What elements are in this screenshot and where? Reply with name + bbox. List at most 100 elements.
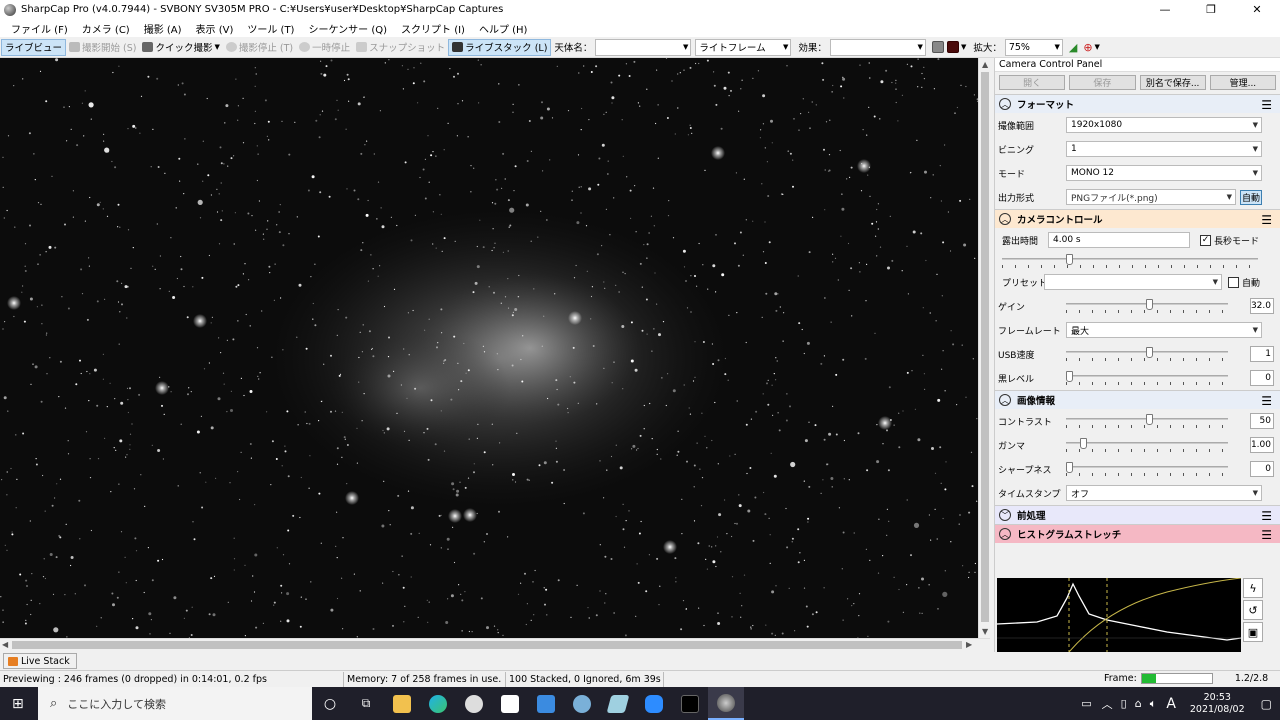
- menu-icon[interactable]: ☰: [1261, 528, 1272, 542]
- mode-select[interactable]: MONO 12 ▼: [1066, 165, 1262, 181]
- ime-indicator[interactable]: A: [1160, 696, 1182, 712]
- reset-icon[interactable]: ↺: [1243, 600, 1263, 620]
- usb-speed-input[interactable]: 1: [1250, 346, 1274, 362]
- save-icon[interactable]: ▣: [1243, 622, 1263, 642]
- maximize-button[interactable]: ❐: [1188, 0, 1234, 19]
- gain-slider[interactable]: [1066, 299, 1228, 313]
- menu-scripting[interactable]: スクリプト (I): [394, 21, 472, 36]
- histogram-section-header[interactable]: ︿ ヒストグラムストレッチ ☰: [995, 524, 1280, 543]
- taskbar-sharpcap[interactable]: [708, 687, 744, 720]
- exposure-slider-knob[interactable]: [1066, 254, 1073, 265]
- menu-capture[interactable]: 撮影 (A): [137, 21, 189, 36]
- frame-type-select[interactable]: ライトフレーム ▼: [695, 38, 792, 56]
- minimize-button[interactable]: —: [1142, 0, 1188, 19]
- menu-icon[interactable]: ☰: [1261, 509, 1272, 523]
- binning-select[interactable]: 1 ▼: [1066, 141, 1262, 157]
- taskbar-explorer[interactable]: [384, 687, 420, 720]
- output-auto-button[interactable]: 自動: [1240, 189, 1262, 205]
- collapse-icon[interactable]: ︿: [999, 98, 1011, 110]
- scroll-up-icon[interactable]: ▲: [982, 60, 988, 69]
- network-icon[interactable]: ⌂: [1131, 697, 1146, 710]
- collapse-icon[interactable]: ︿: [999, 213, 1011, 225]
- tray-chevron-icon[interactable]: ︿: [1098, 696, 1117, 712]
- preprocessing-section-header[interactable]: ﹀ 前処理 ☰: [995, 505, 1280, 524]
- quick-capture-button[interactable]: クイック撮影 ▼: [139, 39, 222, 56]
- taskbar-zoom[interactable]: [636, 687, 672, 720]
- gamma-input[interactable]: 1.00: [1250, 437, 1274, 453]
- contrast-input[interactable]: 50: [1250, 413, 1274, 429]
- histogram-chart-icon[interactable]: ◢: [1069, 41, 1077, 54]
- sharpness-slider[interactable]: [1066, 462, 1228, 476]
- exposure-input[interactable]: 4.00 s: [1048, 232, 1190, 248]
- gamma-slider[interactable]: [1066, 438, 1228, 452]
- zoom-magnifier-icon[interactable]: ⊕: [1083, 41, 1092, 54]
- image-section-header[interactable]: ︿ 画像情報 ☰: [995, 390, 1280, 409]
- menu-icon[interactable]: ☰: [1261, 394, 1272, 408]
- snapshot-button[interactable]: スナップショット: [353, 39, 448, 56]
- menu-icon[interactable]: ☰: [1261, 98, 1272, 112]
- contrast-slider[interactable]: [1066, 414, 1228, 428]
- menu-icon[interactable]: ☰: [1261, 213, 1272, 227]
- taskbar-search-box[interactable]: ⌕ ここに入力して検索: [38, 687, 312, 720]
- horizontal-scroll-thumb[interactable]: [12, 641, 962, 649]
- gain-input[interactable]: 32.0: [1250, 298, 1274, 314]
- taskbar-app-6[interactable]: [564, 687, 600, 720]
- windows-start-icon[interactable]: ⊞: [12, 696, 24, 712]
- vertical-scroll-thumb[interactable]: [981, 72, 989, 622]
- save-button[interactable]: 保存: [1069, 75, 1136, 90]
- camera-control-section-header[interactable]: ︿ カメラコントロール ☰: [995, 209, 1280, 228]
- timestamp-select[interactable]: オフ ▼: [1066, 485, 1262, 501]
- exposure-slider[interactable]: [1002, 254, 1258, 268]
- tab-live-stack[interactable]: Live Stack: [3, 653, 77, 669]
- viewer-horizontal-scrollbar[interactable]: ◀ ▶: [0, 638, 990, 650]
- framerate-select[interactable]: 最大 ▼: [1066, 322, 1262, 338]
- black-level-input[interactable]: 0: [1250, 370, 1274, 386]
- usb-speed-slider-knob[interactable]: [1146, 347, 1153, 358]
- close-button[interactable]: ✕: [1234, 0, 1280, 19]
- menu-file[interactable]: ファイル (F): [4, 21, 75, 36]
- menu-help[interactable]: ヘルプ (H): [472, 21, 535, 36]
- taskbar-clock[interactable]: 20:53 2021/08/02: [1182, 692, 1253, 716]
- color-swatch-icon[interactable]: [931, 41, 944, 53]
- scroll-down-icon[interactable]: ▼: [982, 627, 988, 636]
- capture-area-select[interactable]: 1920x1080 ▼: [1066, 117, 1262, 133]
- taskbar-app-7[interactable]: [600, 687, 636, 720]
- cortana-button[interactable]: ○: [312, 687, 348, 720]
- effect-select[interactable]: ▼: [829, 38, 926, 56]
- usb-speed-slider[interactable]: [1066, 347, 1228, 361]
- format-section-header[interactable]: ︿ フォーマット ☰: [995, 94, 1280, 113]
- menu-view[interactable]: 表示 (V): [189, 21, 241, 36]
- live-stack-button[interactable]: ライブスタック (L): [448, 38, 552, 56]
- black-level-slider[interactable]: [1066, 371, 1228, 385]
- preset-auto-checkbox[interactable]: [1228, 276, 1239, 288]
- collapse-icon[interactable]: ︿: [999, 528, 1011, 540]
- open-button[interactable]: 開く: [999, 75, 1066, 90]
- stop-capture-button[interactable]: 撮影停止 (T): [223, 39, 296, 56]
- battery-icon[interactable]: ▯: [1117, 697, 1131, 710]
- chevron-down-icon[interactable]: ▼: [1095, 43, 1100, 51]
- lightning-icon[interactable]: ϟ: [1243, 578, 1263, 598]
- taskbar-app-9[interactable]: [672, 687, 708, 720]
- notification-icon[interactable]: ▢: [1253, 697, 1280, 711]
- sharpness-input[interactable]: 0: [1250, 461, 1274, 477]
- output-format-select[interactable]: PNGファイル(*.png) ▼: [1066, 189, 1236, 205]
- scroll-left-icon[interactable]: ◀: [2, 640, 8, 649]
- task-view-button[interactable]: ⧉: [348, 687, 384, 720]
- red-overlay-icon[interactable]: [946, 41, 959, 53]
- menu-tools[interactable]: ツール (T): [240, 21, 301, 36]
- contrast-slider-knob[interactable]: [1146, 414, 1153, 425]
- histogram-display[interactable]: [997, 578, 1241, 652]
- long-exposure-checkbox[interactable]: ✓: [1200, 234, 1211, 246]
- menu-camera[interactable]: カメラ (C): [75, 21, 137, 36]
- scroll-right-icon[interactable]: ▶: [966, 640, 972, 649]
- pause-button[interactable]: 一時停止: [296, 39, 353, 56]
- viewer-vertical-scrollbar[interactable]: ▲ ▼: [978, 58, 990, 638]
- menu-sequencer[interactable]: シーケンサー (Q): [301, 21, 394, 36]
- manage-button[interactable]: 管理...: [1209, 75, 1276, 90]
- taskbar-mail[interactable]: [528, 687, 564, 720]
- preset-select[interactable]: ▼: [1044, 274, 1222, 290]
- target-name-select[interactable]: ▼: [595, 38, 692, 56]
- volume-icon[interactable]: 🔈︎: [1146, 697, 1161, 711]
- expand-icon[interactable]: ﹀: [999, 509, 1011, 521]
- start-capture-button[interactable]: 撮影開始 (S): [66, 39, 139, 56]
